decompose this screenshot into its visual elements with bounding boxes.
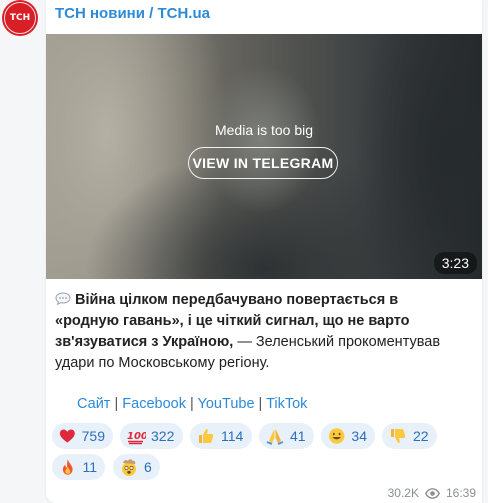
reaction-heart[interactable]: 759 (52, 423, 113, 449)
link-facebook[interactable]: Facebook (122, 396, 186, 412)
channel-name-link[interactable]: ТСН новини / TCH.ua (55, 5, 210, 22)
svg-text:100: 100 (127, 431, 146, 442)
social-links: Сайт | Facebook | YouTube | TikTok (77, 396, 307, 412)
avatar-logo: ТСН (4, 2, 36, 34)
folded-hands-icon (266, 429, 284, 445)
thumbs-up-icon (199, 429, 214, 443)
reaction-count: 41 (290, 428, 306, 444)
reaction-fire[interactable]: 11 (52, 454, 105, 480)
video-duration-badge: 3:23 (433, 252, 477, 274)
grinning-face-icon (328, 428, 345, 444)
link-site[interactable]: Сайт (77, 396, 110, 412)
video-preview[interactable]: Media is too big VIEW IN TELEGRAM 3:23 (46, 34, 482, 279)
reaction-count: 759 (81, 428, 105, 444)
view-in-telegram-button[interactable]: VIEW IN TELEGRAM (188, 147, 338, 179)
link-separator: | (254, 396, 267, 412)
reaction-count: 11 (82, 459, 97, 475)
reaction-count: 6 (144, 459, 152, 475)
hundred-points-icon: 100 (127, 431, 146, 445)
reaction-hundred[interactable]: 100 322 (120, 423, 183, 449)
reaction-count: 34 (351, 428, 367, 444)
media-too-big-message: Media is too big (214, 122, 314, 138)
reaction-thumbs-down[interactable]: 22 (382, 423, 437, 449)
thumbs-down-icon (391, 429, 406, 443)
exploding-head-icon (122, 459, 136, 476)
reaction-count: 22 (413, 428, 429, 444)
message-bubble: ТСН новини / TCH.ua Media is too big VIE… (46, 0, 482, 503)
message-footer: 30.2K 16:39 (388, 486, 476, 500)
fire-icon (62, 459, 73, 475)
link-separator: | (185, 396, 198, 412)
message-time: 16:39 (445, 486, 476, 500)
eye-icon (424, 487, 440, 499)
reaction-count: 322 (151, 428, 175, 444)
reaction-folded-hands[interactable]: 41 (259, 423, 314, 449)
reaction-grinning[interactable]: 34 (321, 423, 375, 449)
link-separator: | (110, 396, 123, 412)
speech-bubble-icon (55, 292, 71, 305)
channel-avatar[interactable]: ТСН (2, 0, 38, 36)
heart-icon (59, 429, 75, 443)
link-tiktok[interactable]: TikTok (266, 396, 307, 412)
views-count: 30.2K (387, 486, 419, 500)
reaction-thumbs-up[interactable]: 114 (190, 423, 252, 449)
reaction-exploding-head[interactable]: 6 (113, 454, 160, 480)
link-youtube[interactable]: YouTube (198, 396, 255, 412)
post-text: Війна цілком передбачувано повертається … (55, 290, 445, 374)
reaction-count: 114 (221, 428, 244, 444)
